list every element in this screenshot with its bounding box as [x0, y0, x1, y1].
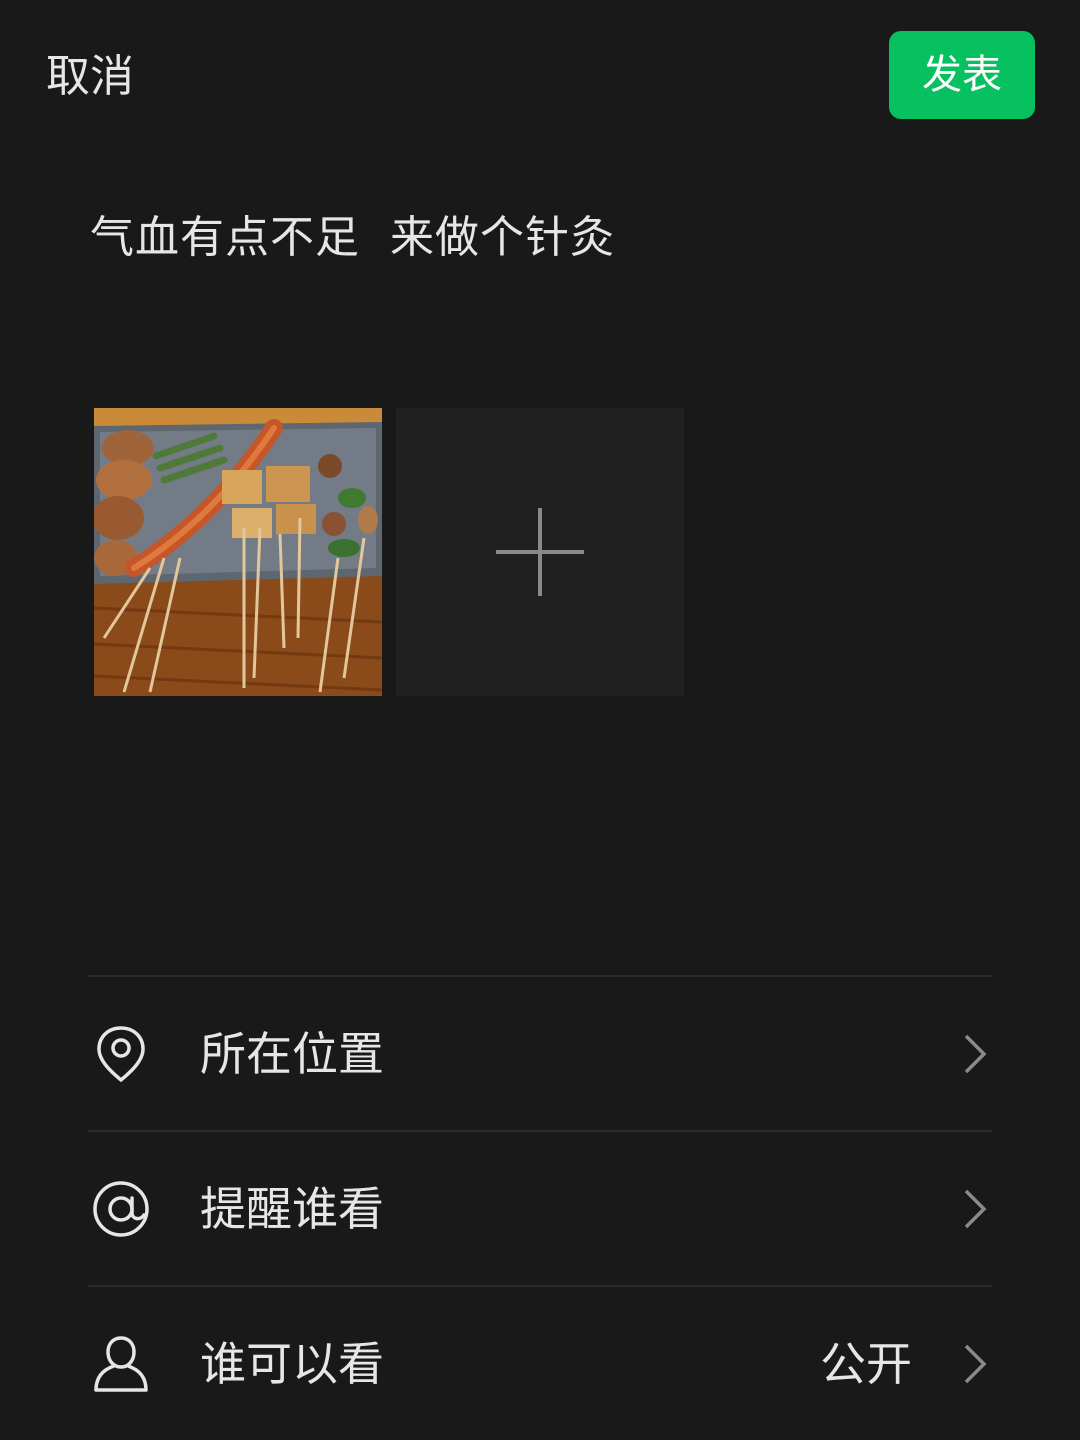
chevron-right-icon — [964, 1344, 987, 1384]
visibility-row[interactable]: 谁可以看 公开 — [88, 1288, 992, 1440]
visibility-label: 谁可以看 — [200, 1337, 384, 1391]
divider — [88, 1130, 992, 1132]
visibility-value: 公开 — [820, 1337, 912, 1391]
divider — [88, 975, 992, 977]
post-text-input[interactable]: 气血有点不足 来做个针灸 — [90, 208, 615, 268]
mention-label: 提醒谁看 — [200, 1182, 384, 1236]
location-row[interactable]: 所在位置 — [88, 978, 992, 1130]
food-photo-skewers-image — [94, 408, 382, 696]
location-pin-icon — [97, 1026, 145, 1082]
mention-row[interactable]: 提醒谁看 — [88, 1133, 992, 1285]
compose-moment-page: 取消 发表 气血有点不足 来做个针灸 所在位置 提醒谁看 谁可以看 公开 — [0, 0, 1080, 1440]
chevron-right-icon — [964, 1034, 987, 1074]
cancel-button[interactable]: 取消 — [46, 48, 134, 106]
add-photo-button[interactable] — [396, 408, 684, 696]
plus-icon — [496, 508, 584, 596]
location-label: 所在位置 — [200, 1027, 384, 1081]
divider — [88, 1285, 992, 1287]
at-icon — [93, 1181, 149, 1237]
attached-photo[interactable] — [94, 408, 382, 696]
publish-button[interactable]: 发表 — [889, 31, 1035, 119]
chevron-right-icon — [964, 1189, 987, 1229]
person-icon — [94, 1336, 148, 1392]
